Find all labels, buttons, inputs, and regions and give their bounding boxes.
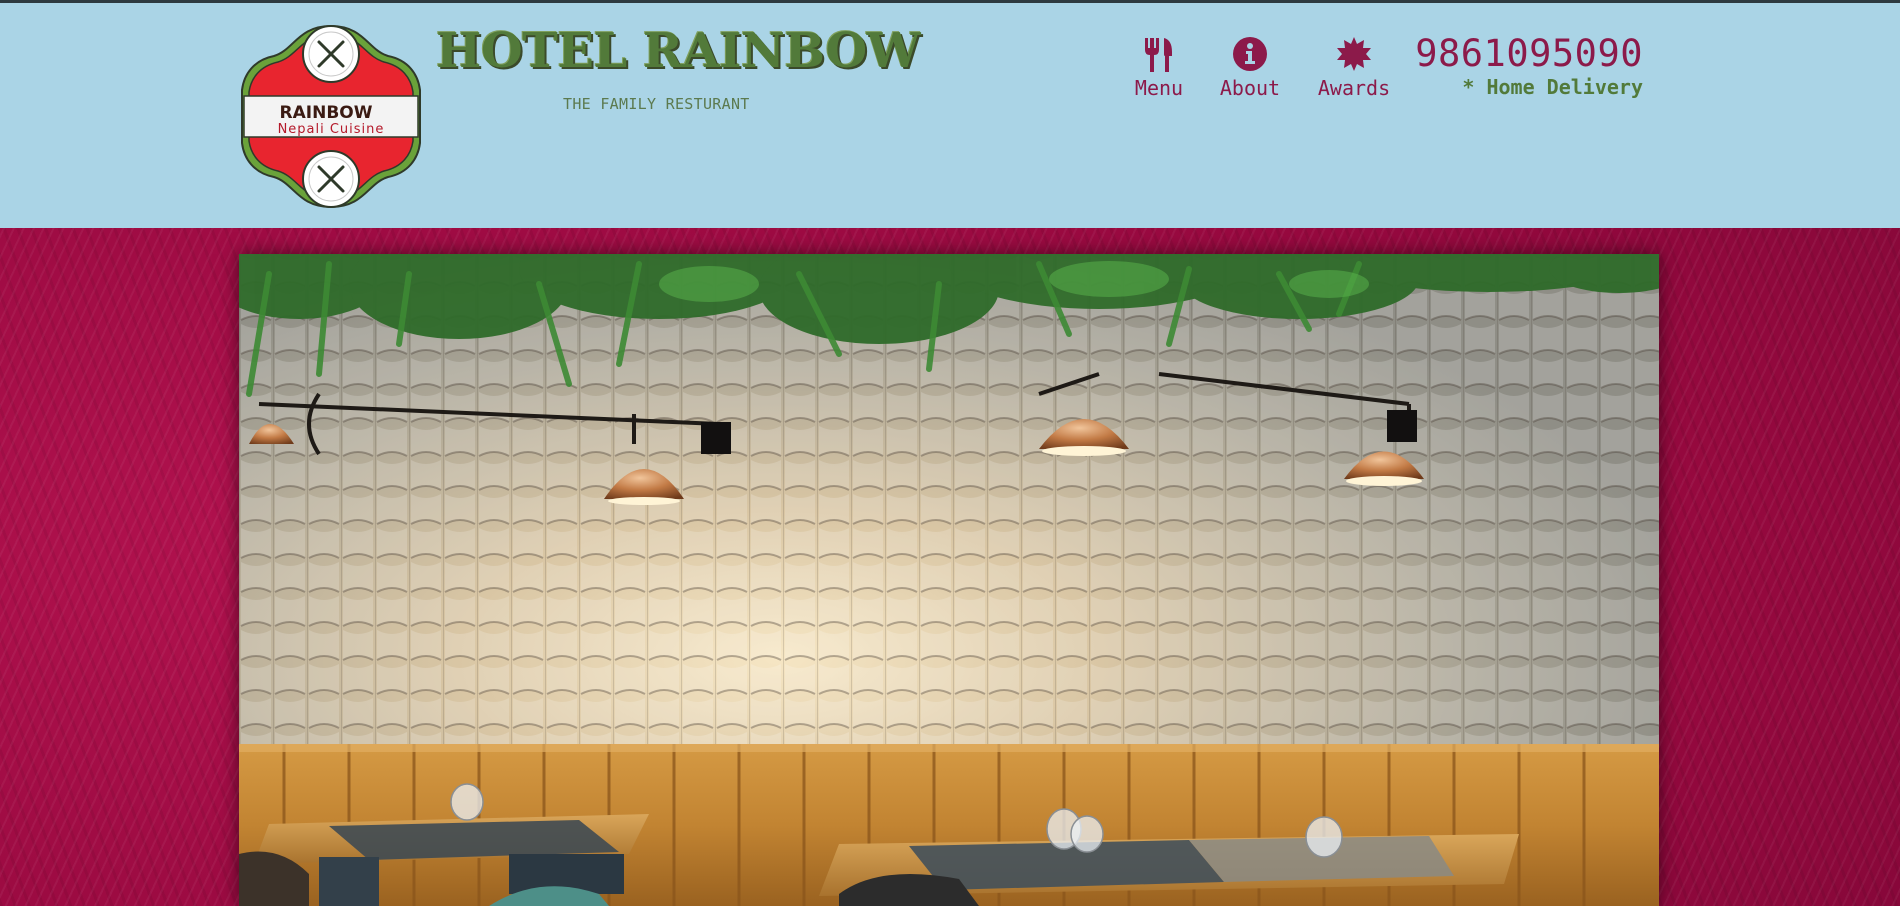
utensils-icon [1134, 36, 1184, 74]
phone-number[interactable]: 9861095090 [1415, 32, 1643, 76]
nav-menu-label: Menu [1134, 76, 1184, 100]
hero-image [239, 254, 1659, 906]
title-block: HOTEL RAINBOW THE FAMILY RESTURANT [436, 23, 921, 113]
nav-about[interactable]: About [1217, 36, 1283, 100]
nav-awards[interactable]: Awards [1314, 36, 1394, 100]
nav-awards-label: Awards [1317, 76, 1391, 100]
home-delivery-note: * Home Delivery [1462, 75, 1643, 99]
logo-emblem-icon: RAINBOW Nepali Cuisine [241, 24, 421, 209]
restaurant-logo[interactable]: RAINBOW Nepali Cuisine [236, 20, 426, 213]
nav-about-label: About [1219, 76, 1281, 100]
logo-name: RAINBOW [280, 103, 373, 123]
award-burst-icon [1314, 36, 1394, 74]
nav-menu[interactable]: Menu [1134, 36, 1184, 100]
hotel-title: HOTEL RAINBOW [436, 23, 921, 79]
tagline: THE FAMILY RESTURANT [563, 95, 750, 113]
info-circle-icon [1217, 36, 1283, 74]
logo-subtitle: Nepali Cuisine [278, 122, 385, 137]
site-header: RAINBOW Nepali Cuisine HOTEL RAINBOW THE… [0, 3, 1900, 228]
restaurant-interior-image [239, 254, 1659, 906]
